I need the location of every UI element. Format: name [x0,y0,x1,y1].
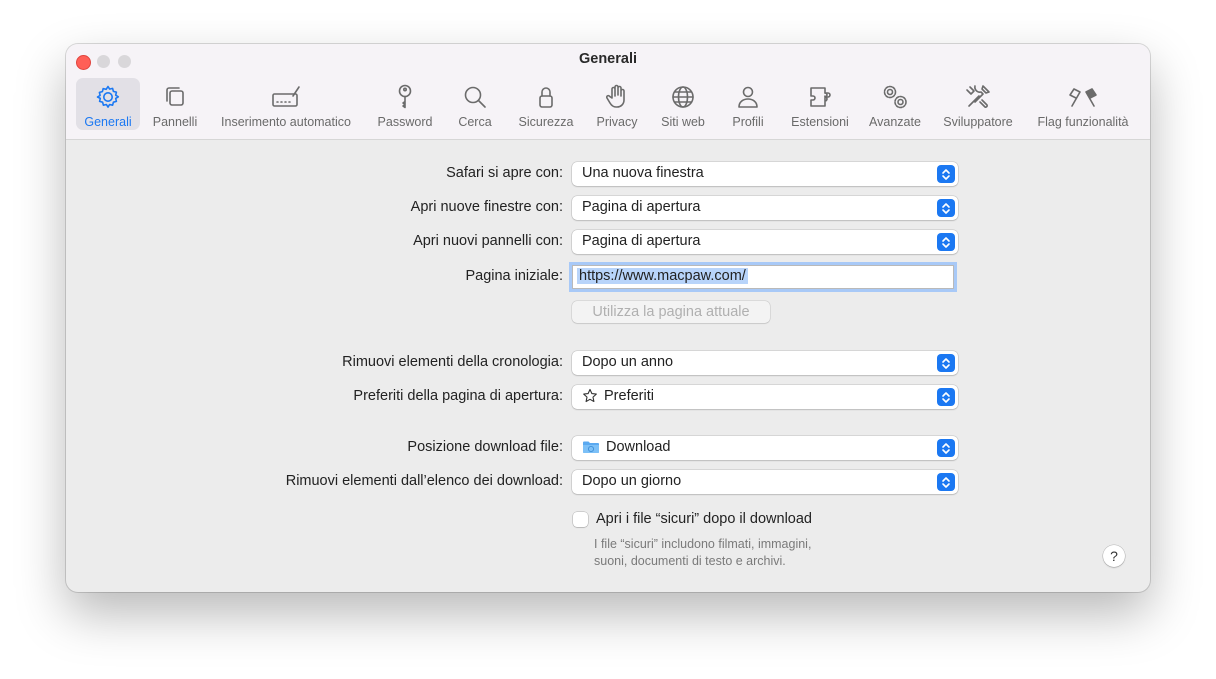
select-value: Pagina di apertura [582,199,701,215]
select-value: Una nuova finestra [582,165,704,181]
tab-label: Avanzate [869,115,921,129]
download-location-label: Posizione download file: [407,439,563,455]
new-windows-label: Apri nuove finestre con: [410,199,563,215]
tab-label: Pannelli [152,115,198,129]
new-tabs-select[interactable]: Pagina di apertura [572,230,958,254]
favorites-select[interactable]: Preferiti [572,385,958,409]
tab-sicurezza[interactable]: Sicurezza [510,78,582,130]
hand-icon [588,82,646,112]
tab-avanzate[interactable]: Avanzate [862,78,928,130]
tab-sviluppatore[interactable]: Sviluppatore [936,78,1020,130]
preferences-window: Generali Generali Pannelli Inserimento a… [66,44,1150,592]
gears-icon [862,82,928,112]
select-value: Dopo un anno [582,354,674,370]
autofill-icon [210,82,362,112]
tab-profili[interactable]: Profili [722,78,774,130]
tab-label: Sviluppatore [943,115,1013,129]
gear-icon [76,82,140,112]
tab-label: Flag funzionalità [1037,115,1129,129]
folder-icon [582,439,600,455]
tab-generali[interactable]: Generali [76,78,140,130]
new-tabs-label: Apri nuovi pannelli con: [413,233,563,249]
globe-icon [652,82,714,112]
favorites-label: Preferiti della pagina di apertura: [353,388,563,404]
tab-label: Estensioni [791,115,849,129]
star-icon [582,388,598,404]
tab-label: Password [377,115,433,129]
safari-opens-with-select[interactable]: Una nuova finestra [572,162,958,186]
open-safe-files-label: Apri i file “sicuri” dopo il download [596,511,812,527]
tab-password[interactable]: Password [368,78,442,130]
history-select[interactable]: Dopo un anno [572,351,958,375]
chevron-up-down-icon [937,388,955,406]
select-value-row: Preferiti [582,388,654,404]
tab-label: Generali [84,115,132,129]
select-value-row: Download [582,439,671,455]
hint-line: suoni, documenti di testo e archivi. [594,554,786,568]
use-current-page-button[interactable]: Utilizza la pagina attuale [572,301,770,323]
window-title: Generali [578,51,638,67]
select-value: Download [606,439,671,455]
new-windows-select[interactable]: Pagina di apertura [572,196,958,220]
chevron-up-down-icon [937,165,955,183]
homepage-value: https://www.macpaw.com/ [577,268,748,284]
chevron-up-down-icon [937,354,955,372]
tab-cerca[interactable]: Cerca [448,78,502,130]
tab-label: Inserimento automatico [221,115,351,129]
safe-files-hint: I file “sicuri” includono filmati, immag… [594,536,811,570]
puzzle-icon [784,82,856,112]
download-list-label: Rimuovi elementi dall’elenco dei downloa… [285,473,563,489]
titlebar: Generali Generali Pannelli Inserimento a… [66,44,1150,140]
flags-icon [1028,82,1138,112]
tab-flag-funzionalita[interactable]: Flag funzionalità [1028,78,1138,130]
chevron-up-down-icon [937,473,955,491]
tab-label: Privacy [596,115,638,129]
chevron-up-down-icon [937,439,955,457]
select-value: Preferiti [604,388,654,404]
safari-opens-with-label: Safari si apre con: [446,165,563,181]
tab-privacy[interactable]: Privacy [588,78,646,130]
tab-label: Cerca [458,115,492,129]
select-value: Dopo un giorno [582,473,682,489]
lock-icon [510,82,582,112]
tab-pannelli[interactable]: Pannelli [144,78,206,130]
key-icon [368,82,442,112]
tabs-icon [144,82,206,112]
tab-siti-web[interactable]: Siti web [652,78,714,130]
help-button[interactable]: ? [1103,545,1125,567]
tab-label: Profili [732,115,764,129]
tab-label: Sicurezza [518,115,574,129]
hint-line: I file “sicuri” includono filmati, immag… [594,537,812,551]
homepage-input[interactable]: https://www.macpaw.com/ [572,265,954,289]
homepage-label: Pagina iniziale: [465,268,563,284]
person-icon [722,82,774,112]
preferences-toolbar: Generali Pannelli Inserimento automatico [66,74,1150,132]
tools-icon [936,82,1020,112]
tab-inserimento-automatico[interactable]: Inserimento automatico [210,78,362,130]
history-label: Rimuovi elementi della cronologia: [342,354,563,370]
download-location-select[interactable]: Download [572,436,958,460]
settings-panel: Safari si apre con: Una nuova finestra A… [66,140,1150,592]
select-value: Pagina di apertura [582,233,701,249]
chevron-up-down-icon [937,199,955,217]
open-safe-files-checkbox[interactable] [573,512,588,527]
download-list-select[interactable]: Dopo un giorno [572,470,958,494]
magnifier-icon [448,82,502,112]
tab-label: Siti web [661,115,705,129]
chevron-up-down-icon [937,233,955,251]
tab-estensioni[interactable]: Estensioni [784,78,856,130]
